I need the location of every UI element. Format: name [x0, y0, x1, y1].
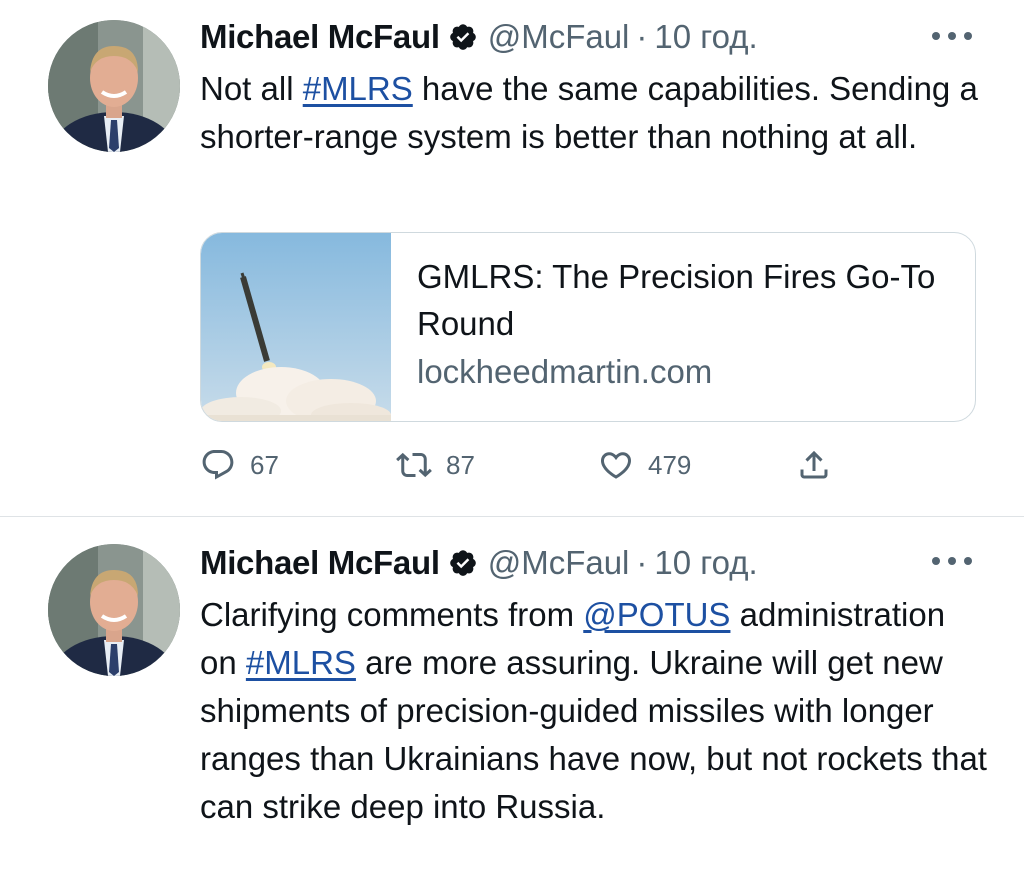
reply-button[interactable]: 67 [200, 440, 279, 490]
verified-badge-icon [448, 548, 478, 578]
more-options-icon[interactable] [932, 26, 972, 46]
tweet-text-segment: Not all [200, 70, 303, 107]
author-avatar[interactable] [48, 544, 180, 676]
tweet-timestamp[interactable]: 10 год. [654, 18, 757, 56]
author-handle[interactable]: @McFaul [488, 544, 630, 582]
reply-count: 67 [250, 449, 279, 480]
hashtag-link[interactable]: #MLRS [303, 70, 413, 107]
tweet-header: Michael McFaul @McFaul · 10 год. [200, 15, 758, 59]
more-options-icon[interactable] [932, 551, 972, 571]
separator-dot: · [636, 544, 648, 581]
tweet-header: Michael McFaul @McFaul · 10 год. [200, 541, 758, 585]
tweet-text-segment: Clarifying comments from [200, 596, 584, 633]
like-count: 479 [648, 449, 692, 480]
tweet-text: Clarifying comments from @POTUS administ… [200, 591, 990, 831]
share-button[interactable] [796, 440, 832, 490]
author-name[interactable]: Michael McFaul [200, 18, 440, 56]
author-avatar[interactable] [48, 20, 180, 152]
retweet-count: 87 [446, 449, 475, 480]
author-name[interactable]: Michael McFaul [200, 544, 440, 582]
link-card[interactable]: GMLRS: The Precision Fires Go-To Round l… [200, 232, 976, 422]
author-handle[interactable]: @McFaul [488, 18, 630, 56]
tweet-timestamp[interactable]: 10 год. [654, 544, 757, 582]
reply-icon [202, 450, 234, 480]
hashtag-link[interactable]: #MLRS [246, 644, 356, 681]
like-button[interactable]: 479 [598, 440, 691, 490]
mention-link[interactable]: @POTUS [583, 596, 730, 633]
card-domain: lockheedmartin.com [417, 353, 713, 390]
tweet-actions: 67 87 479 [200, 440, 850, 490]
verified-badge-icon [448, 22, 478, 52]
rocket-launch-image [201, 233, 391, 421]
share-icon [800, 450, 828, 479]
heart-icon [600, 452, 632, 479]
card-title: GMLRS: The Precision Fires Go-To Round [417, 258, 936, 342]
tweet-text: Not all #MLRS have the same capabilities… [200, 65, 990, 161]
tweet[interactable]: Michael McFaul @McFaul · 10 год. Not all… [0, 0, 1024, 516]
retweet-button[interactable]: 87 [396, 440, 475, 490]
separator-dot: · [636, 18, 648, 55]
retweet-icon [396, 452, 432, 478]
